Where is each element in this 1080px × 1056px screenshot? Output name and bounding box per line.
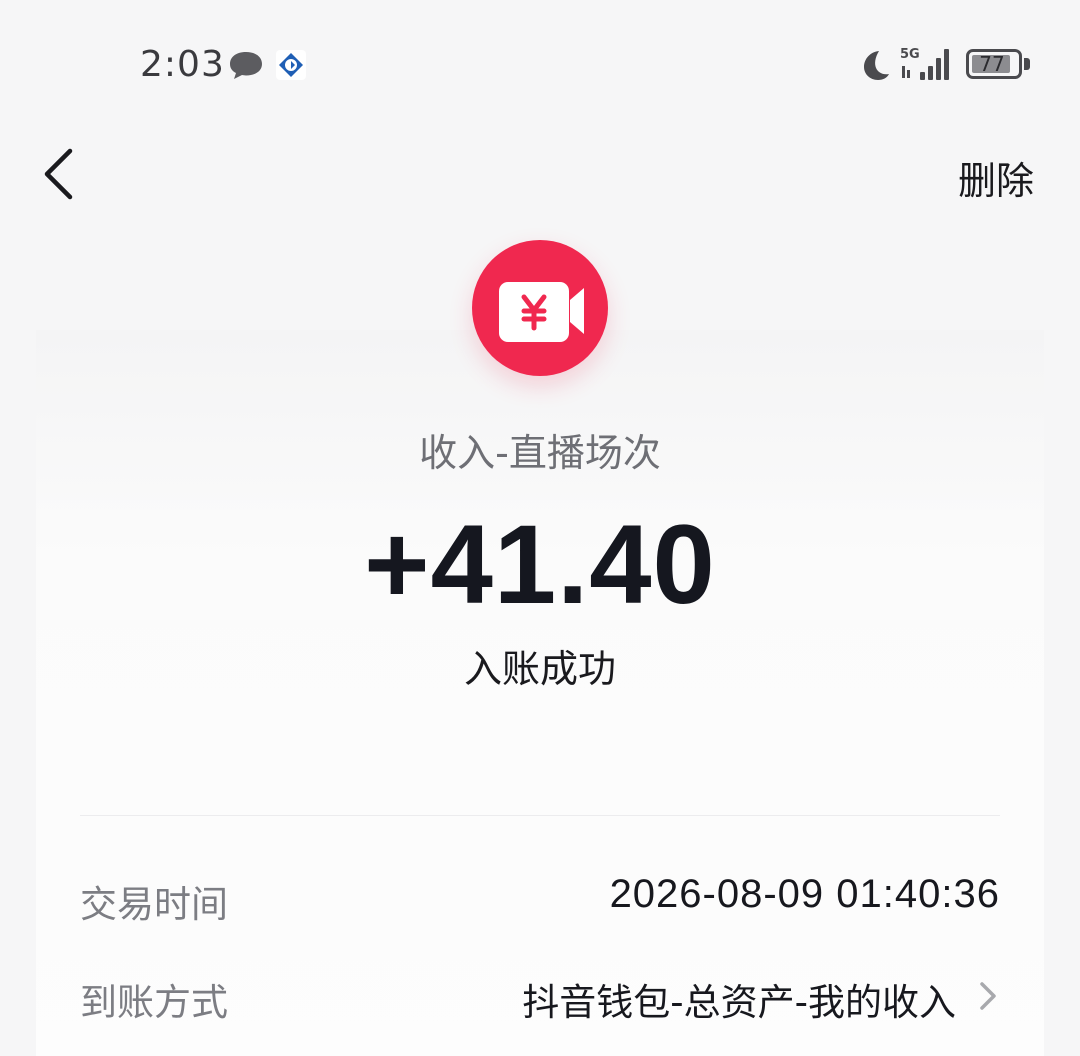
detail-value: 抖音钱包-总资产-我的收入 [522,981,956,1024]
back-button[interactable] [30,140,90,210]
detail-label: 交易时间 [80,883,228,926]
status-time: 2:03 [140,44,225,85]
detail-value: 2026-08-09 01:40:36 [609,872,1000,916]
detail-label: 到账方式 [80,981,228,1024]
status-bar: 2:03 5G 77 [0,0,1080,130]
live-video-yuan-icon [472,240,608,376]
detail-row-receipt-method[interactable]: 到账方式 抖音钱包-总资产-我的收入 [80,964,1000,1024]
battery-level: 77 [979,52,1005,76]
detail-row-transaction-time: 交易时间 2026-08-09 01:40:36 [80,866,1000,926]
amount-value: +41.40 [364,502,716,627]
screen: 2:03 5G 77 删除 收入-直播场次 +41.40 入账成功 交易时间 2… [0,0,1080,1056]
app-notification-icon [276,50,306,80]
income-type-label: 收入-直播场次 [419,431,661,475]
chat-bubble-icon [230,52,262,79]
chevron-right-icon [980,982,996,1010]
divider [80,815,1000,816]
battery-icon: 77 [966,49,1022,79]
signal-icon: 5G [900,47,949,80]
transaction-status: 入账成功 [463,647,616,691]
network-label: 5G [900,47,920,62]
video-camera-icon [499,282,584,342]
back-chevron-icon [44,148,73,200]
battery-tip [1024,58,1030,70]
delete-button[interactable]: 删除 [958,150,1034,205]
moon-icon [864,51,889,80]
